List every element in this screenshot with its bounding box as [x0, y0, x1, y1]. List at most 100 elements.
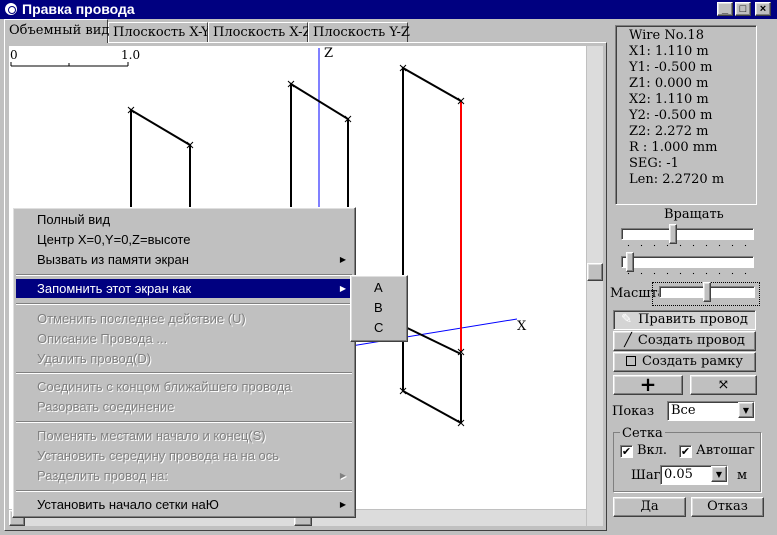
wire-length: Len: 2.2720 m [629, 172, 725, 187]
minimize-button[interactable]: _ [717, 2, 733, 16]
vertical-scrollbar[interactable] [587, 46, 603, 526]
scale-thumb[interactable] [703, 282, 711, 302]
wire-y1: Y1: -0.500 m [629, 60, 713, 75]
submenu-arrow-icon: ▶ [339, 284, 346, 293]
maximize-button[interactable]: □ [735, 2, 751, 16]
menu-item-wire-description[interactable]: Описание Провода ... [16, 329, 352, 348]
rotate-horizontal-ticks [622, 244, 754, 247]
chevron-down-icon[interactable]: ▼ [738, 402, 754, 418]
menu-item-swap-ends[interactable]: Поменять местами начало и конец(S) [16, 426, 352, 445]
scale-bar: 0 1.0 [10, 48, 140, 67]
line-icon: ╱ [624, 333, 632, 348]
menu-item-label: Разделить провод на: [37, 468, 168, 483]
wire-y2: Y2: -0.500 m [629, 108, 713, 123]
menu-item-split-wire[interactable]: Разделить провод на: ▶ [16, 466, 352, 485]
show-select[interactable]: Все ▼ [667, 401, 755, 421]
rotate-vertical-slider[interactable] [621, 256, 754, 268]
menu-item-delete-wire[interactable]: Удалить провод(D) [16, 349, 352, 368]
axis-x-label: X [517, 319, 527, 334]
menu-item-label: Разорвать соединение [37, 399, 175, 414]
wire-segments: SEG: -1 [629, 156, 679, 171]
menu-item-connect-nearest[interactable]: Соединить с концом ближайшего провода [16, 377, 352, 396]
menu-item-label: Вызвать из памяти экран [37, 252, 189, 267]
scale-end-label: 1.0 [121, 48, 140, 62]
menu-item-label: Поменять местами начало и конец(S) [37, 428, 266, 443]
show-select-value: Все [671, 403, 696, 418]
grid-on-label: Вкл. [637, 443, 668, 458]
menu-item-label: Описание Провода ... [37, 331, 168, 346]
context-menu: Полный вид Центр X=0,Y=0,Z=высоте Вызват… [12, 207, 356, 518]
menu-item-break-connection[interactable]: Разорвать соединение [16, 397, 352, 416]
autostep-label: Автошаг [696, 443, 755, 458]
rotate-horizontal-thumb[interactable] [668, 224, 677, 244]
wire-z2: Z2: 2.272 m [629, 124, 709, 139]
submenu-item-a[interactable]: A [354, 278, 404, 298]
chevron-down-icon[interactable]: ▼ [711, 466, 727, 482]
create-wire-button[interactable]: ╱ Создать провод [613, 331, 756, 351]
rotate-horizontal-slider[interactable] [621, 228, 754, 240]
menu-item-label: Полный вид [37, 212, 111, 227]
menu-separator [16, 274, 352, 276]
menu-item-label: Запомнить этот экран как [37, 281, 192, 296]
menu-item-center-on-axis[interactable]: Установить середину провода на на ось [16, 446, 352, 465]
menu-item-label: Соединить с концом ближайшего провода [37, 379, 292, 394]
wire-z1: Z1: 0.000 m [629, 76, 709, 91]
wire-x1: X1: 1.110 m [629, 44, 709, 59]
title-bar: Правка провода _ □ × [0, 0, 777, 19]
add-button[interactable]: + [613, 374, 683, 395]
menu-item-save-screen-as[interactable]: Запомнить этот экран как ▶ [16, 279, 352, 298]
tab-plane-xz[interactable]: Плоскость X-Z [208, 22, 312, 42]
submenu-arrow-icon: ▶ [339, 500, 346, 509]
wire-x2: X2: 1.110 m [629, 92, 709, 107]
edit-wire-button[interactable]: ✎ Править провод [613, 310, 756, 330]
submenu-item-b[interactable]: B [354, 298, 404, 318]
wire-number: Wire No.18 [629, 28, 704, 43]
menu-separator [16, 421, 352, 423]
vertical-scroll-thumb[interactable] [587, 263, 603, 281]
menu-item-label: Отменить последнее действие (U) [37, 311, 246, 326]
save-screen-submenu: A B C [350, 275, 408, 342]
fit-view-icon: ⤧ [717, 377, 730, 393]
axis-z-label: Z [324, 46, 333, 61]
submenu-arrow-icon: ▶ [339, 471, 346, 480]
menu-item-center[interactable]: Центр X=0,Y=0,Z=высоте [16, 230, 352, 249]
menu-item-label: Центр X=0,Y=0,Z=высоте [37, 232, 191, 247]
grid-on-checkbox[interactable]: ✔ [620, 445, 633, 458]
scale-start-label: 0 [10, 48, 18, 62]
rotate-label: Вращать [664, 207, 724, 222]
menu-item-set-grid-origin[interactable]: Установить начало сетки наЮ ▶ [16, 495, 352, 514]
tab-3d-view[interactable]: Объемный вид [4, 19, 109, 43]
show-label: Показ [612, 404, 655, 419]
square-icon [626, 356, 636, 366]
close-button[interactable]: × [755, 2, 771, 16]
menu-separator [16, 303, 352, 305]
edit-wire-label: Править провод [638, 312, 748, 327]
create-frame-button[interactable]: Создать рамку [613, 352, 756, 372]
create-wire-label: Создать провод [637, 333, 745, 348]
tab-plane-yz[interactable]: Плоскость Y-Z [308, 22, 410, 42]
wire-frame-1[interactable] [130, 108, 191, 221]
app-icon[interactable] [4, 2, 18, 16]
submenu-item-c[interactable]: C [354, 318, 404, 338]
step-label: Шаг [631, 468, 661, 483]
wire-info-panel: Wire No.18 X1: 1.110 m Y1: -0.500 m Z1: … [615, 25, 757, 205]
checkmark-icon: ✔ [621, 445, 632, 458]
ok-button[interactable]: Да [613, 497, 686, 517]
step-unit: м [737, 468, 748, 483]
tab-plane-xy[interactable]: Плоскость X-Y [108, 22, 210, 42]
window-title: Правка провода [22, 1, 135, 17]
fit-view-button[interactable]: ⤧ [690, 375, 757, 395]
rotate-vertical-thumb[interactable] [626, 252, 634, 272]
menu-separator [16, 490, 352, 492]
rotate-vertical-ticks [622, 272, 754, 275]
menu-item-recall-screen[interactable]: Вызвать из памяти экран ▶ [16, 250, 352, 269]
submenu-arrow-icon: ▶ [339, 255, 346, 264]
wire-frame-3[interactable] [398, 66, 462, 424]
wire-radius: R : 1.000 mm [629, 140, 718, 155]
menu-item-undo[interactable]: Отменить последнее действие (U) [16, 309, 352, 328]
pencil-icon: ✎ [621, 312, 633, 327]
menu-item-full-view[interactable]: Полный вид [16, 210, 352, 229]
step-select[interactable]: 0.05 ▼ [660, 465, 728, 485]
autostep-checkbox[interactable]: ✔ [679, 445, 692, 458]
cancel-button[interactable]: Отказ [691, 497, 764, 517]
